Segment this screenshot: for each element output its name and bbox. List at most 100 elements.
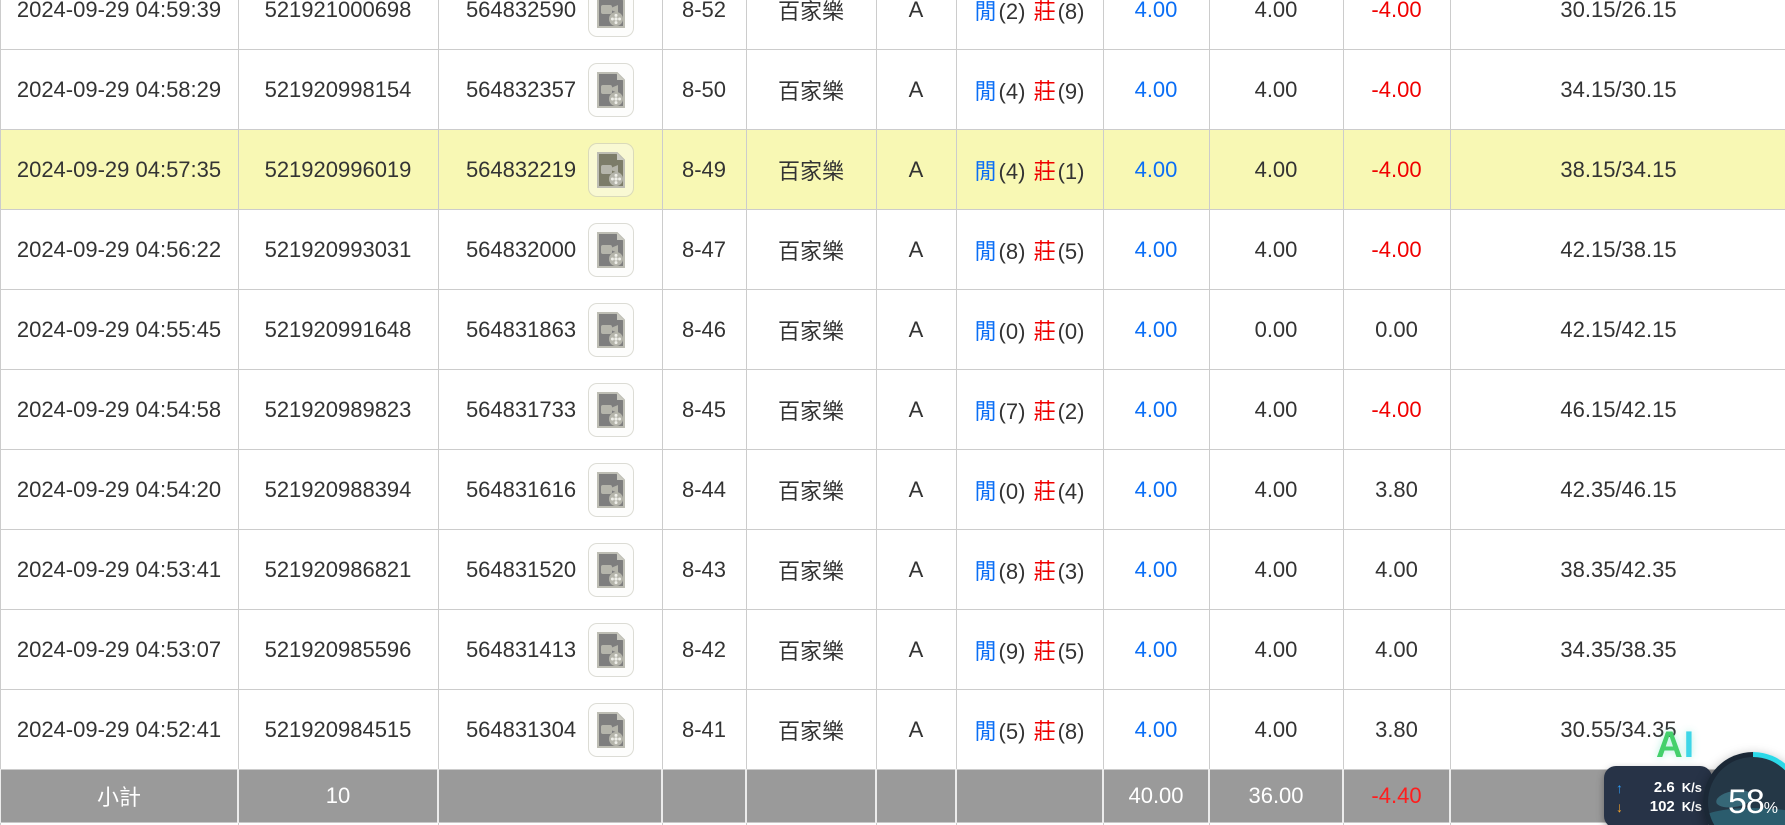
cell-table-code: A	[875, 609, 957, 690]
memory-usage-inner: 58%	[1708, 757, 1785, 825]
cell-win-loss: 3.80	[1342, 449, 1451, 530]
cell-table-code: A	[875, 129, 957, 210]
video-replay-button[interactable]	[588, 0, 635, 37]
cell-balance: 42.15/42.15	[1449, 289, 1785, 370]
cell-win-loss: 4.00	[1342, 529, 1451, 610]
cell-win-loss: 4.00	[1342, 609, 1451, 690]
table-row[interactable]: 2024-09-29 04:53:07 521920985596 5648314…	[0, 609, 1785, 690]
table-row[interactable]: 2024-09-29 04:56:22 521920993031 5648320…	[0, 209, 1785, 290]
cell-balance: 38.35/42.35	[1449, 529, 1785, 610]
video-document-icon	[597, 551, 626, 588]
cell-bet-amount: 4.00	[1102, 0, 1210, 50]
cell-game-type: 百家樂	[745, 49, 877, 130]
video-replay-button[interactable]	[588, 222, 635, 277]
banker-label: 莊	[1033, 158, 1056, 184]
game-id-text: 564831520	[465, 556, 577, 582]
cell-bet-amount: 4.00	[1102, 689, 1210, 770]
video-replay-button[interactable]	[588, 542, 635, 597]
betting-history-screen: 2024-09-29 04:59:39 521921000698 5648325…	[0, 0, 1785, 825]
cell-round-number: 8-49	[661, 129, 747, 210]
bet-amount-link[interactable]: 4.00	[1135, 77, 1178, 102]
cell-bet-id: 521920991648	[237, 289, 439, 370]
cell-bet-amount: 4.00	[1102, 209, 1210, 290]
table-row[interactable]: 2024-09-29 04:59:39 521921000698 5648325…	[0, 0, 1785, 50]
player-score: (9)	[998, 638, 1026, 664]
bet-amount-link[interactable]: 4.00	[1135, 477, 1178, 502]
player-label: 閒	[974, 318, 997, 344]
video-replay-button[interactable]	[588, 622, 635, 677]
download-arrow-icon: ↓	[1616, 798, 1623, 815]
banker-score: (5)	[1057, 638, 1085, 664]
cell-valid-amount: 4.00	[1208, 369, 1344, 450]
table-row[interactable]: 2024-09-29 04:53:41 521920986821 5648315…	[0, 529, 1785, 610]
network-speed-widget[interactable]: ↑ 2.6 K/s ↓ 102 K/s	[1604, 766, 1712, 825]
cell-table-code: A	[875, 529, 957, 610]
table-row[interactable]: 2024-09-29 04:52:41 521920984515 5648313…	[0, 689, 1785, 770]
cell-bet-id: 521920989823	[237, 369, 439, 450]
cell-balance: 30.15/26.15	[1449, 0, 1785, 50]
banker-label: 莊	[1033, 78, 1056, 104]
video-document-icon	[597, 311, 626, 348]
video-document-icon	[597, 391, 626, 428]
banker-label: 莊	[1033, 238, 1056, 264]
table-row[interactable]: 2024-09-29 04:57:35 521920996019 5648322…	[0, 129, 1785, 210]
video-replay-button[interactable]	[588, 462, 635, 517]
video-document-icon	[597, 631, 626, 668]
upload-speed-row: ↑ 2.6 K/s	[1616, 779, 1702, 796]
banker-score: (2)	[1057, 398, 1085, 424]
download-speed-unit: K/s	[1681, 799, 1702, 814]
cell-game-id: 564831863	[437, 289, 663, 370]
cell-bet-id: 521921000698	[237, 0, 439, 50]
ai-overlay-label[interactable]: AI	[1656, 724, 1695, 766]
player-score: (4)	[998, 78, 1026, 104]
bet-amount-link[interactable]: 4.00	[1135, 317, 1178, 342]
betting-history-table: 2024-09-29 04:59:39 521921000698 5648325…	[0, 0, 1785, 825]
cell-round-number: 8-50	[661, 49, 747, 130]
game-id-text: 564832590	[465, 0, 577, 22]
cell-game-type: 百家樂	[745, 0, 877, 50]
cell-game-result: 閒(8) 莊(5)	[955, 209, 1104, 290]
cell-round-number: 8-43	[661, 529, 747, 610]
cell-bet-time: 2024-09-29 04:54:20	[0, 449, 239, 530]
banker-score: (8)	[1057, 718, 1085, 744]
bet-amount-link[interactable]: 4.00	[1135, 397, 1178, 422]
player-score: (8)	[998, 238, 1026, 264]
cell-valid-amount: 4.00	[1208, 689, 1344, 770]
banker-score: (9)	[1057, 78, 1085, 104]
cell-game-id: 564832357	[437, 49, 663, 130]
subtotal-win-loss: -4.40	[1342, 769, 1451, 823]
cell-valid-amount: 4.00	[1208, 449, 1344, 530]
cell-table-code: A	[875, 689, 957, 770]
cell-balance: 42.15/38.15	[1449, 209, 1785, 290]
bet-amount-link[interactable]: 4.00	[1135, 557, 1178, 582]
cell-valid-amount: 4.00	[1208, 49, 1344, 130]
table-row[interactable]: 2024-09-29 04:55:45 521920991648 5648318…	[0, 289, 1785, 370]
video-document-icon	[597, 711, 626, 748]
game-id-text: 564832000	[465, 236, 577, 262]
bet-amount-link[interactable]: 4.00	[1135, 637, 1178, 662]
table-row[interactable]: 2024-09-29 04:54:58 521920989823 5648317…	[0, 369, 1785, 450]
cell-table-code: A	[875, 209, 957, 290]
table-row[interactable]: 2024-09-29 04:58:29 521920998154 5648323…	[0, 49, 1785, 130]
upload-speed-unit: K/s	[1681, 780, 1702, 795]
video-replay-button[interactable]	[588, 302, 635, 357]
video-replay-button[interactable]	[588, 142, 635, 197]
cell-bet-id: 521920984515	[237, 689, 439, 770]
video-document-icon	[597, 151, 626, 188]
cell-bet-time: 2024-09-29 04:57:35	[0, 129, 239, 210]
cell-bet-time: 2024-09-29 04:56:22	[0, 209, 239, 290]
video-replay-button[interactable]	[588, 62, 635, 117]
bet-amount-link[interactable]: 4.00	[1135, 0, 1178, 22]
cell-bet-amount: 4.00	[1102, 529, 1210, 610]
banker-label: 莊	[1033, 0, 1056, 24]
bet-amount-link[interactable]: 4.00	[1135, 157, 1178, 182]
video-document-icon	[597, 231, 626, 268]
bet-amount-link[interactable]: 4.00	[1135, 717, 1178, 742]
bet-amount-link[interactable]: 4.00	[1135, 237, 1178, 262]
table-row[interactable]: 2024-09-29 04:54:20 521920988394 5648316…	[0, 449, 1785, 530]
banker-label: 莊	[1033, 638, 1056, 664]
subtotal-bet-amount: 40.00	[1102, 769, 1210, 823]
video-replay-button[interactable]	[588, 382, 635, 437]
cell-game-type: 百家樂	[745, 689, 877, 770]
video-replay-button[interactable]	[588, 702, 635, 757]
